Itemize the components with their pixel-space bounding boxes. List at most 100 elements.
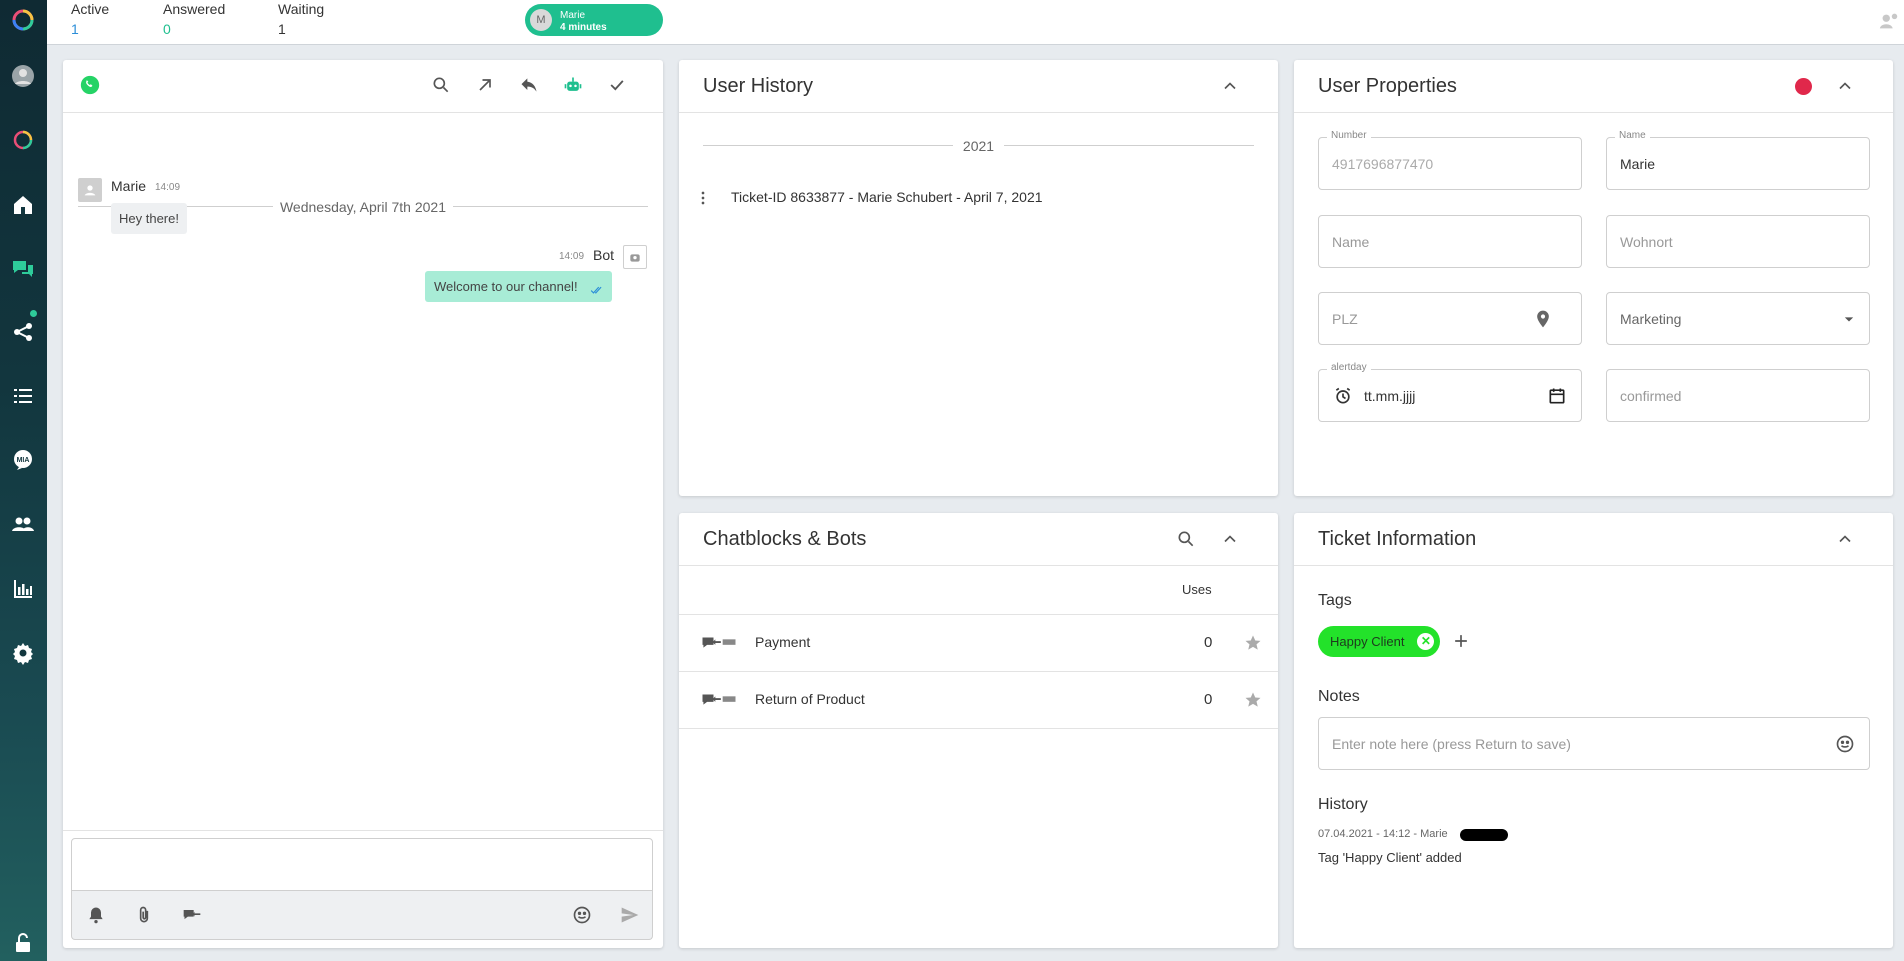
svg-text:MIA: MIA xyxy=(17,457,30,464)
star-icon[interactable] xyxy=(1241,631,1265,655)
tag-chip[interactable]: Happy Client ✕ xyxy=(1318,626,1441,657)
read-receipt-icon xyxy=(590,283,604,300)
year-line-right xyxy=(1004,145,1254,146)
lock-icon[interactable] xyxy=(8,928,38,958)
user-settings-icon[interactable] xyxy=(1878,10,1900,32)
collapse-chevron-icon[interactable] xyxy=(1833,527,1857,551)
add-tag-icon[interactable] xyxy=(1449,629,1473,653)
star-icon[interactable] xyxy=(1241,688,1265,712)
list-icon[interactable] xyxy=(8,381,38,411)
notes-placeholder: Enter note here (press Return to save) xyxy=(1332,736,1571,752)
emoji-icon[interactable] xyxy=(570,903,594,927)
chatblock-icon xyxy=(699,631,739,655)
stat-waiting-value: 1 xyxy=(278,21,286,37)
user-avatar-icon xyxy=(78,178,102,202)
stat-answered-value: 0 xyxy=(163,21,171,37)
share-icon[interactable] xyxy=(8,317,38,347)
chatblock-name: Return of Product xyxy=(755,691,865,707)
dropdown-arrow-icon[interactable] xyxy=(1837,307,1861,331)
settings-icon[interactable] xyxy=(8,638,38,668)
reply-icon[interactable] xyxy=(517,73,541,97)
remove-tag-icon[interactable]: ✕ xyxy=(1417,633,1435,650)
active-agent-pill[interactable]: M Marie 4 minutes xyxy=(525,4,663,36)
message-time: 14:09 xyxy=(559,251,585,262)
users-icon[interactable] xyxy=(8,509,38,539)
chatblock-uses: 0 xyxy=(1204,691,1213,708)
name-field[interactable]: Name Marie xyxy=(1606,130,1870,190)
marketing-value: Marketing xyxy=(1620,311,1682,327)
plz-field[interactable]: PLZ xyxy=(1318,292,1582,345)
stat-answered[interactable]: Answered 0 xyxy=(163,1,225,37)
history-entry[interactable]: Ticket-ID 8633877 - Marie Schubert - Apr… xyxy=(731,189,1043,205)
agent-time: 4 minutes xyxy=(560,22,607,33)
attachment-icon[interactable] xyxy=(132,903,156,927)
chatblock-row[interactable]: Return of Product 0 xyxy=(679,672,1278,729)
search-icon[interactable] xyxy=(1174,527,1198,551)
tags-label: Tags xyxy=(1318,592,1352,609)
top-bar: Active 1 Answered 0 Waiting 1 M Marie 4 … xyxy=(47,0,1904,45)
second-name-field[interactable]: Name xyxy=(1318,215,1582,268)
chatblock-icon[interactable] xyxy=(180,903,204,927)
user-properties-panel: User Properties Number 4917696877470 Nam… xyxy=(1294,60,1893,496)
collapse-chevron-icon[interactable] xyxy=(1218,527,1242,551)
chatblock-uses: 0 xyxy=(1204,634,1213,651)
calendar-icon[interactable] xyxy=(1545,384,1569,408)
stat-active[interactable]: Active 1 xyxy=(71,1,109,37)
chatblock-name: Payment xyxy=(755,634,811,650)
marketing-select[interactable]: Marketing xyxy=(1606,292,1870,345)
chatblock-row[interactable]: Payment 0 xyxy=(679,615,1278,672)
bot-avatar-icon xyxy=(623,245,647,269)
chatblocks-panel: Chatblocks & Bots Uses Payment 0 Return … xyxy=(679,513,1278,948)
resolve-check-icon[interactable] xyxy=(605,73,629,97)
wohnort-field[interactable]: Wohnort xyxy=(1606,215,1870,268)
name-label: Name xyxy=(1615,130,1650,141)
whatsapp-icon xyxy=(78,73,102,97)
bot-icon[interactable] xyxy=(561,73,585,97)
year-label: 2021 xyxy=(962,138,995,154)
agent-avatar: M xyxy=(530,9,552,31)
stat-active-label: Active xyxy=(71,1,110,17)
more-vert-icon[interactable] xyxy=(691,186,715,210)
plz-placeholder: PLZ xyxy=(1332,311,1358,327)
message-bubble: Welcome to our channel! xyxy=(425,271,612,302)
notes-input[interactable]: Enter note here (press Return to save) xyxy=(1318,717,1870,770)
message-input[interactable] xyxy=(71,838,653,891)
status-dot[interactable] xyxy=(1795,78,1812,95)
app-logo-icon[interactable] xyxy=(8,5,38,35)
ticket-info-header: Ticket Information xyxy=(1294,513,1893,566)
stat-active-value: 1 xyxy=(71,21,79,37)
ticket-info-panel: Ticket Information Tags Notes Enter note… xyxy=(1294,513,1893,948)
dashboard-icon[interactable] xyxy=(8,190,38,220)
user-properties-header: User Properties xyxy=(1294,60,1893,113)
alertday-field[interactable]: alertday tt.mm.jjjj xyxy=(1318,362,1582,422)
history-text: Tag 'Happy Client' added xyxy=(1318,850,1462,865)
location-pin-icon[interactable] xyxy=(1531,307,1555,331)
analytics-icon[interactable] xyxy=(8,574,38,604)
redacted-block xyxy=(1460,829,1508,841)
emoji-icon[interactable] xyxy=(1833,732,1857,756)
number-value: 4917696877470 xyxy=(1332,156,1434,172)
number-field[interactable]: Number 4917696877470 xyxy=(1318,130,1582,190)
notification-dot xyxy=(30,310,37,317)
collapse-chevron-icon[interactable] xyxy=(1218,74,1242,98)
nav-rail: MIA xyxy=(0,0,47,961)
bell-icon[interactable] xyxy=(84,903,108,927)
confirmed-field[interactable]: confirmed xyxy=(1606,369,1870,422)
name-value: Marie xyxy=(1620,156,1656,172)
channel-icon[interactable] xyxy=(8,125,38,155)
search-icon[interactable] xyxy=(429,73,453,97)
message-text: Welcome to our channel! xyxy=(434,279,578,294)
message-bubble: Hey there! xyxy=(111,203,187,234)
message-sender: Bot xyxy=(593,247,615,263)
send-icon[interactable] xyxy=(618,903,642,927)
collapse-chevron-icon[interactable] xyxy=(1833,74,1857,98)
chat-icon[interactable] xyxy=(8,254,38,284)
second-name-placeholder: Name xyxy=(1332,234,1370,250)
confirmed-placeholder: confirmed xyxy=(1620,388,1682,404)
forward-icon[interactable] xyxy=(473,73,497,97)
user-history-title: User History xyxy=(703,75,814,97)
user-avatar[interactable] xyxy=(8,61,38,91)
mia-icon[interactable]: MIA xyxy=(8,445,38,475)
alertday-label: alertday xyxy=(1327,362,1371,373)
stat-waiting[interactable]: Waiting 1 xyxy=(278,1,324,37)
